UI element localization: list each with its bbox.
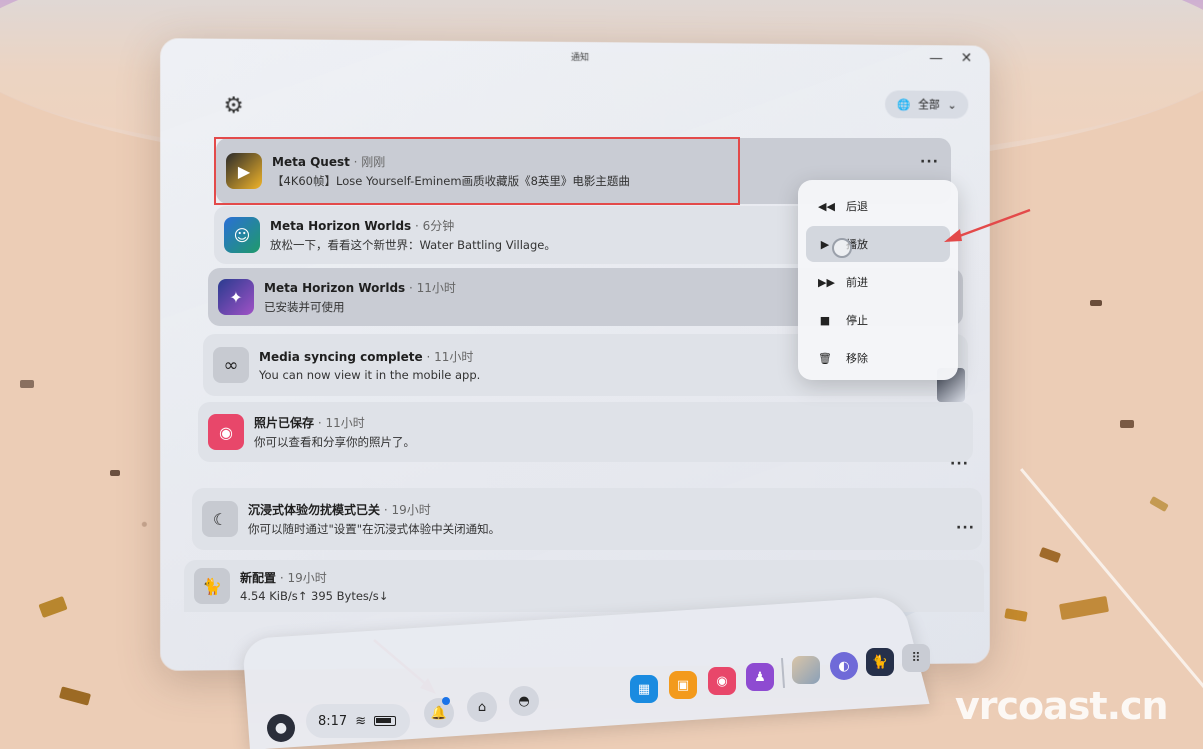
status-pill[interactable]: 8:17 ≋ bbox=[306, 704, 410, 738]
annotation-arrow-menu bbox=[940, 205, 1035, 245]
meta-app-icon[interactable]: ◐ bbox=[830, 652, 858, 680]
notification-time: · 11小时 bbox=[423, 350, 474, 364]
menu-item-label: 移除 bbox=[846, 350, 868, 366]
floor-speckle bbox=[110, 470, 120, 476]
rewind-icon: ◀◀ bbox=[818, 200, 832, 213]
notification-item[interactable]: ◉ 照片已保存 · 11小时 你可以查看和分享你的照片了。 bbox=[198, 402, 973, 462]
notification-time: · 19小时 bbox=[276, 571, 327, 585]
more-options-icon[interactable]: ··· bbox=[956, 520, 975, 536]
watermark: vrcoast.cn bbox=[955, 684, 1168, 728]
cat-icon: 🐈 bbox=[194, 568, 230, 604]
clock-time: 8:17 bbox=[318, 714, 347, 729]
horizon-worlds-app-icon[interactable] bbox=[792, 656, 820, 684]
cat-app-icon[interactable]: 🐈 bbox=[866, 648, 894, 676]
media-context-menu: ◀◀ 后退 ▶ 播放 ▶▶ 前进 ■ 停止 🗑 移除 bbox=[798, 180, 958, 380]
notification-body: You can now view it in the mobile app. bbox=[259, 368, 480, 382]
filter-dropdown[interactable]: 🌐 全部 ⌄ bbox=[885, 90, 968, 118]
avatar[interactable]: ● bbox=[267, 714, 295, 742]
annotation-highlight-box bbox=[214, 137, 740, 205]
notification-time: · 6分钟 bbox=[411, 219, 454, 233]
notification-app: Meta Horizon Worlds bbox=[270, 219, 411, 233]
camera-app-icon[interactable]: ◉ bbox=[708, 667, 736, 695]
pointer-cursor-ring bbox=[832, 238, 852, 258]
play-icon: ▶ bbox=[818, 238, 832, 251]
notification-item[interactable]: ☾ 沉浸式体验勿扰模式已关 · 19小时 你可以随时通过"设置"在沉浸式体验中关… bbox=[192, 488, 982, 550]
people-app-icon[interactable]: ♟ bbox=[746, 663, 774, 691]
menu-item-play[interactable]: ▶ 播放 bbox=[806, 226, 950, 262]
menu-item-rewind[interactable]: ◀◀ 后退 bbox=[806, 188, 950, 224]
settings-gear-icon[interactable]: ⚙ bbox=[224, 93, 244, 118]
notification-app: 沉浸式体验勿扰模式已关 bbox=[248, 503, 380, 517]
notification-app: Meta Horizon Worlds bbox=[264, 281, 405, 295]
floor-speckle bbox=[20, 380, 34, 388]
notification-thumbnail: ✦ bbox=[218, 279, 254, 315]
wifi-icon: ≋ bbox=[355, 714, 366, 729]
floor-speckle bbox=[1004, 608, 1027, 622]
floor-speckle bbox=[1039, 547, 1061, 563]
notification-app: 照片已保存 bbox=[254, 416, 314, 430]
notification-time: · 11小时 bbox=[314, 416, 365, 430]
menu-item-label: 后退 bbox=[846, 198, 868, 214]
app-library-grid-icon[interactable]: ⠿ bbox=[902, 644, 930, 672]
headset-passthrough-icon[interactable]: ◓ bbox=[509, 686, 539, 716]
menu-item-label: 停止 bbox=[846, 312, 868, 328]
filter-label: 全部 bbox=[918, 97, 940, 113]
menu-item-stop[interactable]: ■ 停止 bbox=[806, 302, 950, 338]
notification-body: 你可以查看和分享你的照片了。 bbox=[254, 434, 415, 450]
notification-thumbnail: ☺ bbox=[224, 217, 260, 253]
close-icon[interactable]: ✕ bbox=[961, 50, 972, 66]
notification-badge bbox=[442, 697, 450, 705]
minimize-icon[interactable]: — bbox=[929, 50, 943, 66]
notification-time: · 19小时 bbox=[380, 503, 431, 517]
trash-icon: 🗑 bbox=[818, 352, 832, 365]
menu-item-forward[interactable]: ▶▶ 前进 bbox=[806, 264, 950, 300]
menu-item-remove[interactable]: 🗑 移除 bbox=[806, 340, 950, 376]
globe-icon: 🌐 bbox=[897, 98, 910, 111]
meta-infinity-icon: ∞ bbox=[213, 347, 249, 383]
battery-icon bbox=[374, 716, 396, 726]
floor-speckle bbox=[1120, 420, 1134, 428]
menu-item-label: 前进 bbox=[846, 274, 868, 290]
notification-body: 放松一下，看看这个新世界：Water Battling Village。 bbox=[270, 237, 556, 253]
notification-body: 4.54 KiB/s↑ 395 Bytes/s↓ bbox=[240, 589, 388, 603]
controller-ray bbox=[1020, 468, 1203, 715]
notification-body: 你可以随时通过"设置"在沉浸式体验中关闭通知。 bbox=[248, 521, 500, 537]
chevron-down-icon: ⌄ bbox=[948, 98, 957, 111]
tv-mode-icon[interactable]: ⌂ bbox=[467, 692, 497, 722]
stop-icon: ■ bbox=[818, 314, 832, 327]
floor-speckle bbox=[1090, 300, 1102, 306]
notification-app: Media syncing complete bbox=[259, 350, 423, 364]
app-store-icon[interactable]: ▦ bbox=[630, 675, 658, 703]
floor-speckle bbox=[1149, 496, 1169, 512]
floor-speckle bbox=[38, 596, 67, 618]
panel-title: 通知 bbox=[160, 46, 990, 66]
fast-forward-icon: ▶▶ bbox=[818, 276, 832, 289]
shopping-bag-icon[interactable]: ▣ bbox=[669, 671, 697, 699]
floor-speckle bbox=[1059, 596, 1109, 620]
notification-app: 新配置 bbox=[240, 571, 276, 585]
notification-time: · 11小时 bbox=[405, 281, 456, 295]
more-options-icon[interactable]: ··· bbox=[920, 154, 939, 170]
notification-body: 已安装并可使用 bbox=[264, 299, 456, 315]
moon-icon: ☾ bbox=[202, 501, 238, 537]
floor-speckle bbox=[59, 686, 91, 705]
camera-icon: ◉ bbox=[208, 414, 244, 450]
more-options-icon[interactable]: ··· bbox=[950, 456, 969, 472]
